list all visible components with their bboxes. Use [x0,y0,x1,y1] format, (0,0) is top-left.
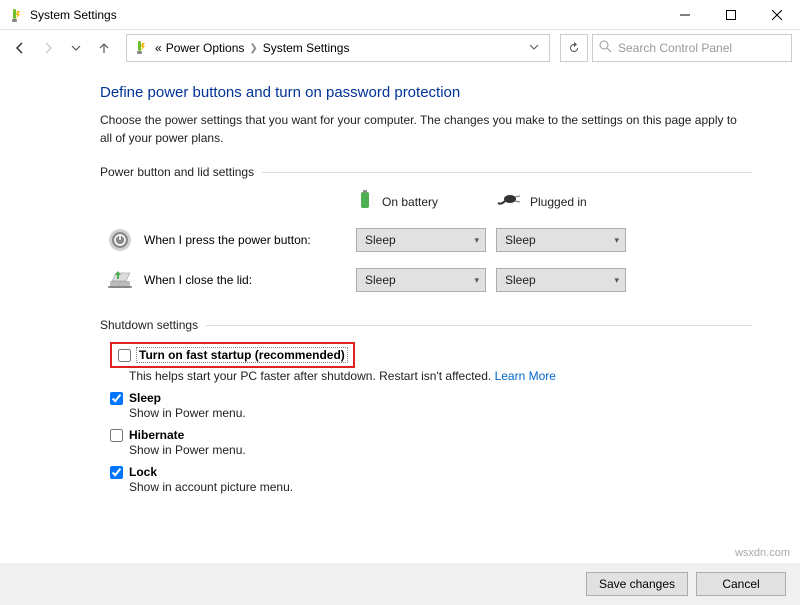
power-button-icon [106,226,134,254]
sleep-checkbox[interactable] [110,392,123,405]
chevron-down-icon[interactable] [525,41,543,55]
maximize-button[interactable] [708,0,754,30]
plug-icon [496,193,522,210]
row-power-button: When I press the power button: [106,226,346,254]
fast-startup-checkbox[interactable] [118,349,131,362]
search-input[interactable]: Search Control Panel [592,34,792,62]
laptop-lid-icon [106,266,134,294]
chevron-down-icon: ▾ [614,275,619,286]
power-button-battery-select[interactable]: Sleep▾ [356,228,486,252]
power-button-plugged-select[interactable]: Sleep▾ [496,228,626,252]
breadcrumb-item[interactable]: System Settings [261,41,352,55]
titlebar: System Settings [0,0,800,30]
chevron-down-icon: ▾ [474,275,479,286]
sleep-sub: Show in Power menu. [129,406,752,420]
sleep-label[interactable]: Sleep [129,391,161,405]
highlight-fast-startup: Turn on fast startup (recommended) [110,342,355,368]
minimize-button[interactable] [662,0,708,30]
window-title: System Settings [30,8,662,22]
up-button[interactable] [92,36,116,60]
forward-button[interactable] [36,36,60,60]
row-close-lid: When I close the lid: [106,266,346,294]
lock-sub: Show in account picture menu. [129,480,752,494]
page-description: Choose the power settings that you want … [100,111,752,147]
shutdown-section: Shutdown settings Turn on fast startup (… [100,318,752,494]
fast-startup-sub: This helps start your PC faster after sh… [129,369,752,383]
breadcrumb-prefix[interactable]: « [153,41,164,55]
hibernate-checkbox[interactable] [110,429,123,442]
search-placeholder: Search Control Panel [618,41,732,55]
lock-label[interactable]: Lock [129,465,157,479]
column-on-battery: On battery [356,189,486,214]
back-button[interactable] [8,36,32,60]
breadcrumb-item[interactable]: Power Options [164,41,247,55]
search-icon [599,40,612,56]
section-header-shutdown: Shutdown settings [100,318,752,332]
battery-icon [356,189,374,214]
lock-checkbox[interactable] [110,466,123,479]
address-bar[interactable]: « Power Options ❯ System Settings [126,34,550,62]
close-lid-battery-select[interactable]: Sleep▾ [356,268,486,292]
chevron-down-icon: ▾ [614,235,619,246]
lock-option: Lock Show in account picture menu. [110,465,752,494]
power-grid: On battery Plugged in When I press the p… [106,189,752,294]
chevron-right-icon[interactable]: ❯ [246,43,260,54]
cancel-button[interactable]: Cancel [696,572,786,596]
navbar: « Power Options ❯ System Settings Search… [0,30,800,66]
fast-startup-label[interactable]: Turn on fast startup (recommended) [137,348,347,362]
power-options-icon [8,7,24,23]
fast-startup-option: Turn on fast startup (recommended) This … [110,342,752,383]
close-lid-plugged-select[interactable]: Sleep▾ [496,268,626,292]
hibernate-label[interactable]: Hibernate [129,428,184,442]
power-options-icon [133,39,149,58]
hibernate-sub: Show in Power menu. [129,443,752,457]
recent-locations-button[interactable] [64,36,88,60]
hibernate-option: Hibernate Show in Power menu. [110,428,752,457]
refresh-button[interactable] [560,34,588,62]
content-area: Define power buttons and turn on passwor… [0,66,800,514]
chevron-down-icon: ▾ [474,235,479,246]
sleep-option: Sleep Show in Power menu. [110,391,752,420]
save-changes-button[interactable]: Save changes [586,572,688,596]
close-button[interactable] [754,0,800,30]
section-header-power: Power button and lid settings [100,165,752,179]
page-heading: Define power buttons and turn on passwor… [100,84,752,101]
learn-more-link[interactable]: Learn More [495,369,556,383]
footer: Save changes Cancel [0,563,800,605]
column-plugged-in: Plugged in [496,193,626,210]
watermark: wsxdn.com [735,547,790,559]
